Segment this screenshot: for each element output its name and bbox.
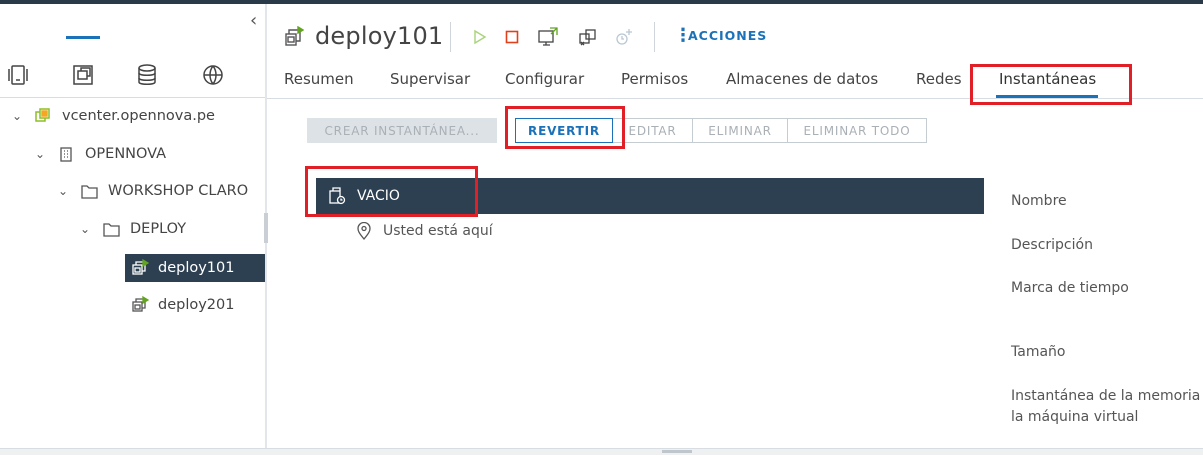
tree-item-label: vcenter.opennova.pe xyxy=(62,108,215,124)
create-snapshot-button: CREAR INSTANTÁNEA... xyxy=(307,118,497,143)
tab-configurar[interactable]: Configurar xyxy=(505,70,584,88)
vms-templates-icon[interactable] xyxy=(65,58,101,96)
actions-menu-button[interactable]: ⋮ ACCIONES xyxy=(674,24,768,46)
vm-powered-on-icon xyxy=(131,296,149,314)
you-are-here-marker: Usted está aquí xyxy=(356,221,493,241)
chevron-down-icon[interactable]: ⌄ xyxy=(10,109,24,123)
tree-item-vm-deploy201[interactable]: deploy201 xyxy=(131,290,235,320)
tree-item-label: deploy101 xyxy=(158,260,235,276)
launch-console-icon[interactable] xyxy=(538,27,558,47)
divider xyxy=(654,22,655,52)
divider xyxy=(0,97,265,98)
delete-button: ELIMINAR xyxy=(693,118,788,143)
take-snapshot-icon xyxy=(614,27,634,47)
detail-label-marca-tiempo: Marca de tiempo xyxy=(1011,280,1129,296)
datacenter-icon xyxy=(57,145,75,163)
tree-item-label: DEPLOY xyxy=(130,221,187,237)
tree-item-folder-deploy[interactable]: ⌄ DEPLOY xyxy=(78,214,186,244)
detail-label-tamano: Tamaño xyxy=(1011,344,1066,360)
vcenter-icon xyxy=(34,107,52,125)
hosts-clusters-icon[interactable] xyxy=(0,58,36,96)
detail-label-memoria-cont: la máquina virtual xyxy=(1011,409,1139,425)
tree-item-datacenter[interactable]: ⌄ OPENNOVA xyxy=(33,139,166,169)
tab-permisos[interactable]: Permisos xyxy=(621,70,688,88)
delete-all-button: ELIMINAR TODO xyxy=(787,118,927,143)
detail-label-memoria: Instantánea de la memoria d xyxy=(1011,388,1203,404)
migrate-icon[interactable] xyxy=(578,27,598,47)
chevron-down-icon[interactable]: ⌄ xyxy=(56,184,70,198)
location-pin-icon xyxy=(356,221,372,241)
navigator-scrollbar[interactable] xyxy=(264,213,268,243)
collapse-navigator-icon[interactable]: ‹ xyxy=(250,12,264,32)
tab-resumen[interactable]: Resumen xyxy=(284,70,354,88)
tab-almacenes[interactable]: Almacenes de datos xyxy=(726,70,878,88)
tree-item-folder-workshop[interactable]: ⌄ WORKSHOP CLARO xyxy=(56,176,248,206)
chevron-down-icon[interactable]: ⌄ xyxy=(78,222,92,236)
resize-handle[interactable] xyxy=(662,450,692,453)
folder-icon xyxy=(80,182,98,200)
page-title: deploy101 xyxy=(315,22,444,50)
actions-label: ACCIONES xyxy=(688,28,768,43)
you-are-here-label: Usted está aquí xyxy=(383,223,493,239)
networking-icon[interactable] xyxy=(195,58,231,96)
annotation-box-tab xyxy=(970,64,1132,105)
chevron-down-icon[interactable]: ⌄ xyxy=(33,147,47,161)
vm-icon xyxy=(284,25,305,48)
annotation-box-snapshot xyxy=(305,166,478,217)
divider xyxy=(450,22,451,52)
edit-button: EDITAR xyxy=(613,118,693,143)
tree-item-vcenter[interactable]: ⌄ vcenter.opennova.pe xyxy=(10,101,215,131)
navigator-view-tabs xyxy=(0,58,265,98)
tree-item-label: deploy201 xyxy=(158,297,235,313)
tree-item-label: OPENNOVA xyxy=(85,146,167,162)
active-view-indicator xyxy=(66,36,100,39)
power-off-icon[interactable] xyxy=(502,27,522,47)
storage-icon[interactable] xyxy=(129,58,165,96)
tree-item-vm-deploy101[interactable]: deploy101 xyxy=(125,254,265,282)
power-on-icon[interactable] xyxy=(470,27,490,47)
tree-item-label: WORKSHOP CLARO xyxy=(108,183,249,199)
detail-label-descripcion: Descripción xyxy=(1011,237,1093,253)
tab-redes[interactable]: Redes xyxy=(916,70,962,88)
more-vertical-icon: ⋮ xyxy=(674,24,692,46)
detail-label-nombre: Nombre xyxy=(1011,193,1067,209)
folder-icon xyxy=(102,220,120,238)
vm-powered-on-icon xyxy=(131,259,149,277)
tab-supervisar[interactable]: Supervisar xyxy=(390,70,470,88)
annotation-box-revertir xyxy=(505,106,625,149)
